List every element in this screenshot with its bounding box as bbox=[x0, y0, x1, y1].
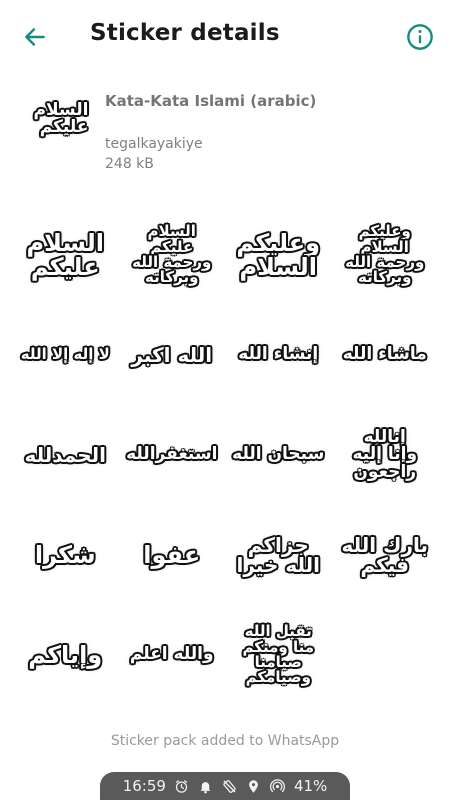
status-bar: 16:59 41% bbox=[100, 772, 350, 800]
sticker-text: جزاكم الله خيرا bbox=[236, 532, 321, 577]
sticker-text: وإياكم bbox=[28, 640, 103, 669]
sticker-1[interactable]: السلام عليكم bbox=[12, 205, 119, 305]
alarm-icon bbox=[174, 778, 190, 794]
sticker-text: تقبل الله منا ومنكم صيامنا وصيامكم bbox=[242, 622, 314, 687]
info-button[interactable] bbox=[404, 21, 436, 53]
sticker-grid: السلام عليكم السلام عليكم ورحمة الله وبر… bbox=[12, 205, 438, 705]
sticker-17[interactable]: وإياكم bbox=[12, 605, 119, 705]
pack-name: Kata-Kata Islami (arabic) bbox=[105, 92, 317, 110]
sticker-10[interactable]: استغفرالله bbox=[119, 405, 226, 505]
sticker-7[interactable]: إنشاء الله bbox=[225, 305, 332, 405]
sticker-14[interactable]: عفوا bbox=[119, 505, 226, 605]
sticker-text: عفوا bbox=[143, 540, 201, 569]
sticker-16[interactable]: بارك الله فيكم bbox=[332, 505, 439, 605]
sticker-5[interactable]: لا إله إلا الله bbox=[12, 305, 119, 405]
status-time: 16:59 bbox=[122, 777, 166, 795]
sticker-text: إنشاء الله bbox=[238, 344, 319, 365]
pack-size: 248 kB bbox=[105, 156, 154, 172]
sticker-9[interactable]: الحمدلله bbox=[12, 405, 119, 505]
sticker-12[interactable]: إنالله وإنا إليه راجعون bbox=[332, 405, 439, 505]
sticker-text: السلام عليكم bbox=[26, 228, 104, 281]
sticker-text: سبحان الله bbox=[232, 444, 325, 465]
sticker-text: بارك الله فيكم bbox=[341, 532, 428, 577]
sticker-2[interactable]: السلام عليكم ورحمة الله وبركاته bbox=[119, 205, 226, 305]
hotspot-icon bbox=[270, 778, 286, 794]
sticker-text: وعليكم السلام bbox=[236, 228, 321, 281]
sticker-13[interactable]: شكرا bbox=[12, 505, 119, 605]
info-icon bbox=[407, 24, 433, 50]
sticker-text: والله اعلم bbox=[129, 644, 214, 665]
app-bar: Sticker details bbox=[0, 0, 450, 72]
arrow-left-icon bbox=[25, 28, 45, 46]
sticker-4[interactable]: وعليكم السلام ورحمة الله وبركاته bbox=[332, 205, 439, 305]
page-title: Sticker details bbox=[90, 20, 280, 46]
location-icon bbox=[246, 778, 262, 794]
back-button[interactable] bbox=[18, 20, 52, 54]
sticker-text: لا إله إلا الله bbox=[20, 345, 110, 364]
sticker-text: الحمدلله bbox=[24, 442, 107, 467]
sticker-text: الله اكبر bbox=[131, 342, 213, 367]
sticker-6[interactable]: الله اكبر bbox=[119, 305, 226, 405]
bell-icon bbox=[198, 778, 214, 794]
sticker-text: شكرا bbox=[34, 540, 96, 569]
sticker-text: ماشاء الله bbox=[342, 344, 427, 365]
pack-header: السلام عليكم Kata-Kata Islami (arabic) t… bbox=[0, 80, 450, 180]
sticker-text: وعليكم السلام ورحمة الله وبركاته bbox=[345, 222, 425, 287]
sticker-3[interactable]: وعليكم السلام bbox=[225, 205, 332, 305]
battery-level: 41% bbox=[293, 777, 328, 795]
pack-thumbnail-text: السلام عليكم bbox=[33, 99, 89, 137]
rotate-off-icon bbox=[222, 778, 238, 794]
sticker-15[interactable]: جزاكم الله خيرا bbox=[225, 505, 332, 605]
sticker-text: السلام عليكم ورحمة الله وبركاته bbox=[132, 222, 212, 287]
sticker-11[interactable]: سبحان الله bbox=[225, 405, 332, 505]
pack-author: tegalkayakiye bbox=[105, 136, 203, 152]
sticker-text: إنالله وإنا إليه راجعون bbox=[352, 427, 418, 482]
sticker-18[interactable]: والله اعلم bbox=[119, 605, 226, 705]
pack-thumbnail: السلام عليكم bbox=[28, 86, 94, 152]
added-status-text: Sticker pack added to WhatsApp bbox=[110, 733, 340, 749]
sticker-text: استغفرالله bbox=[126, 444, 218, 465]
sticker-19[interactable]: تقبل الله منا ومنكم صيامنا وصيامكم bbox=[225, 605, 332, 705]
sticker-8[interactable]: ماشاء الله bbox=[332, 305, 439, 405]
